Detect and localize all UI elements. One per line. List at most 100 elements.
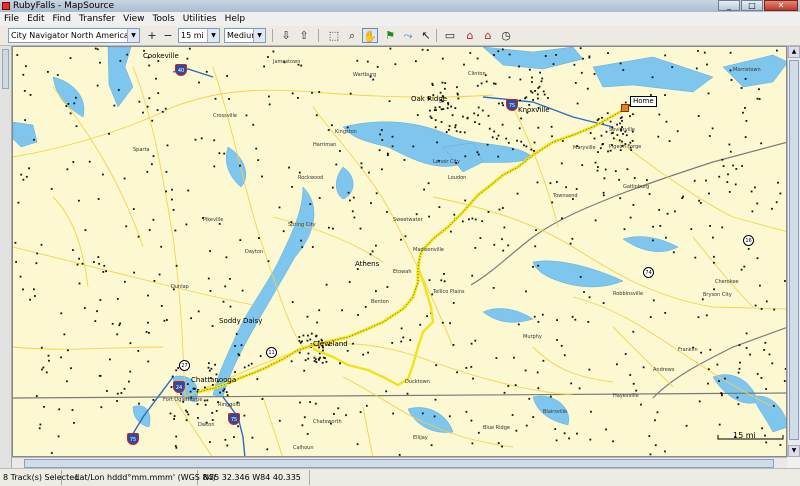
poi-dot: [439, 91, 442, 94]
map-product-select[interactable]: City Navigator North America NT 2009 ▼: [8, 28, 140, 43]
poi-dot: [434, 106, 437, 109]
scale-label: 15 mi: [733, 431, 756, 440]
poi-dot: [760, 308, 763, 310]
poi-dot: [640, 403, 642, 406]
place-label: Dalton: [198, 422, 215, 428]
scroll-up-icon[interactable]: ▲: [788, 46, 800, 58]
poi-dot: [237, 425, 239, 428]
zoom-in-icon[interactable]: +: [144, 28, 160, 43]
poi-dot: [94, 47, 97, 50]
map-canvas[interactable]: [13, 47, 787, 457]
route-tool-icon[interactable]: ⤳: [400, 28, 416, 43]
home-waypoint-label[interactable]: Home: [630, 96, 657, 107]
select-tool-icon[interactable]: ⬚: [326, 28, 342, 43]
vertical-scroll-thumb[interactable]: [789, 60, 799, 440]
poi-dot: [456, 92, 459, 95]
poi-dot: [146, 105, 149, 108]
poi-dot: [590, 410, 592, 413]
app-icon: [2, 2, 10, 10]
poi-dot: [771, 362, 774, 365]
poi-dot: [713, 261, 715, 264]
vertical-scrollbar[interactable]: ▲ ▼: [787, 46, 800, 457]
poi-dot: [480, 82, 483, 85]
poi-dot: [758, 98, 761, 100]
poi-dot: [332, 227, 334, 230]
poi-dot: [616, 363, 618, 366]
collapsed-side-panel[interactable]: [0, 46, 12, 468]
poi-dot: [542, 359, 545, 362]
poi-dot: [394, 63, 397, 66]
poi-dot: [306, 433, 309, 435]
zoom-out-icon[interactable]: −: [160, 28, 176, 43]
poi-dot: [473, 112, 476, 115]
poi-dot: [213, 165, 216, 168]
horizontal-scrollbar[interactable]: [12, 457, 787, 468]
menu-edit[interactable]: Edit: [23, 12, 48, 26]
poi-dot: [187, 189, 190, 192]
map-product-value: City Navigator North America NT 2009: [11, 31, 139, 40]
detail-level-select[interactable]: Medium ▼: [224, 28, 266, 43]
maximize-button[interactable]: □: [741, 0, 763, 11]
poi-dot: [477, 114, 479, 117]
hand-tool-icon[interactable]: ✋: [362, 28, 378, 43]
poi-dot: [513, 356, 515, 359]
poi-dot: [469, 52, 472, 54]
poi-dot: [594, 219, 597, 222]
close-button[interactable]: ✕: [764, 0, 798, 11]
poi-dot: [705, 179, 707, 182]
poi-dot: [618, 178, 620, 181]
poi-dot: [664, 54, 667, 57]
menu-tools[interactable]: Tools: [149, 12, 179, 26]
title-bar[interactable]: RubyFalls - MapSource _ □ ✕: [0, 0, 800, 12]
poi-dot: [465, 410, 468, 413]
send-to-device-icon[interactable]: ⇧: [296, 28, 312, 43]
poi-dot: [742, 111, 744, 114]
poi-dot: [761, 427, 763, 430]
menu-view[interactable]: View: [119, 12, 148, 26]
poi-dot: [73, 422, 75, 424]
poi-dot: [434, 119, 437, 121]
recent-finds-icon[interactable]: ◷: [498, 28, 514, 43]
zoom-tool-icon[interactable]: ⌕: [344, 28, 360, 43]
poi-dot: [327, 129, 330, 131]
poi-dot: [268, 95, 270, 98]
pointer-tool-icon[interactable]: ↖: [418, 28, 434, 43]
poi-dot: [322, 349, 324, 352]
poi-dot: [721, 394, 723, 397]
poi-dot: [266, 448, 269, 451]
poi-dot: [674, 210, 676, 213]
zoom-level-select[interactable]: 15 mi ▼: [178, 28, 220, 43]
poi-dot: [618, 139, 621, 142]
menu-file[interactable]: File: [0, 12, 23, 26]
map-view[interactable]: Cookeville Oak Ridge Knoxville Clinton L…: [12, 46, 787, 457]
home-waypoint-icon[interactable]: [621, 104, 629, 112]
measure-tool-icon[interactable]: ▭: [442, 28, 458, 43]
poi-dot: [771, 207, 773, 210]
poi-dot: [445, 131, 448, 133]
poi-dot: [298, 171, 301, 174]
menu-find[interactable]: Find: [49, 12, 75, 26]
menu-transfer[interactable]: Transfer: [75, 12, 119, 26]
poi-dot: [45, 371, 48, 374]
poi-dot: [364, 306, 367, 308]
poi-dot: [423, 188, 425, 191]
waypoint-tool-icon[interactable]: ⚑: [382, 28, 398, 43]
poi-dot: [60, 356, 62, 359]
poi-dot: [138, 402, 140, 405]
poi-dot: [476, 57, 479, 60]
poi-dot: [756, 202, 759, 205]
menu-help[interactable]: Help: [221, 12, 250, 26]
poi-dot: [629, 216, 632, 219]
poi-dot: [359, 411, 362, 413]
find-home-icon[interactable]: ⌂: [480, 28, 496, 43]
find-places-icon[interactable]: ⌂: [462, 28, 478, 43]
scroll-down-icon[interactable]: ▼: [788, 445, 800, 457]
menu-utilities[interactable]: Utilities: [179, 12, 221, 26]
poi-dot: [581, 164, 584, 166]
horizontal-scroll-thumb[interactable]: [24, 459, 774, 468]
poi-dot: [379, 133, 381, 136]
poi-dot: [148, 64, 151, 67]
receive-from-device-icon[interactable]: ⇩: [278, 28, 294, 43]
panel-tab[interactable]: [2, 49, 9, 89]
minimize-button[interactable]: _: [718, 0, 740, 11]
